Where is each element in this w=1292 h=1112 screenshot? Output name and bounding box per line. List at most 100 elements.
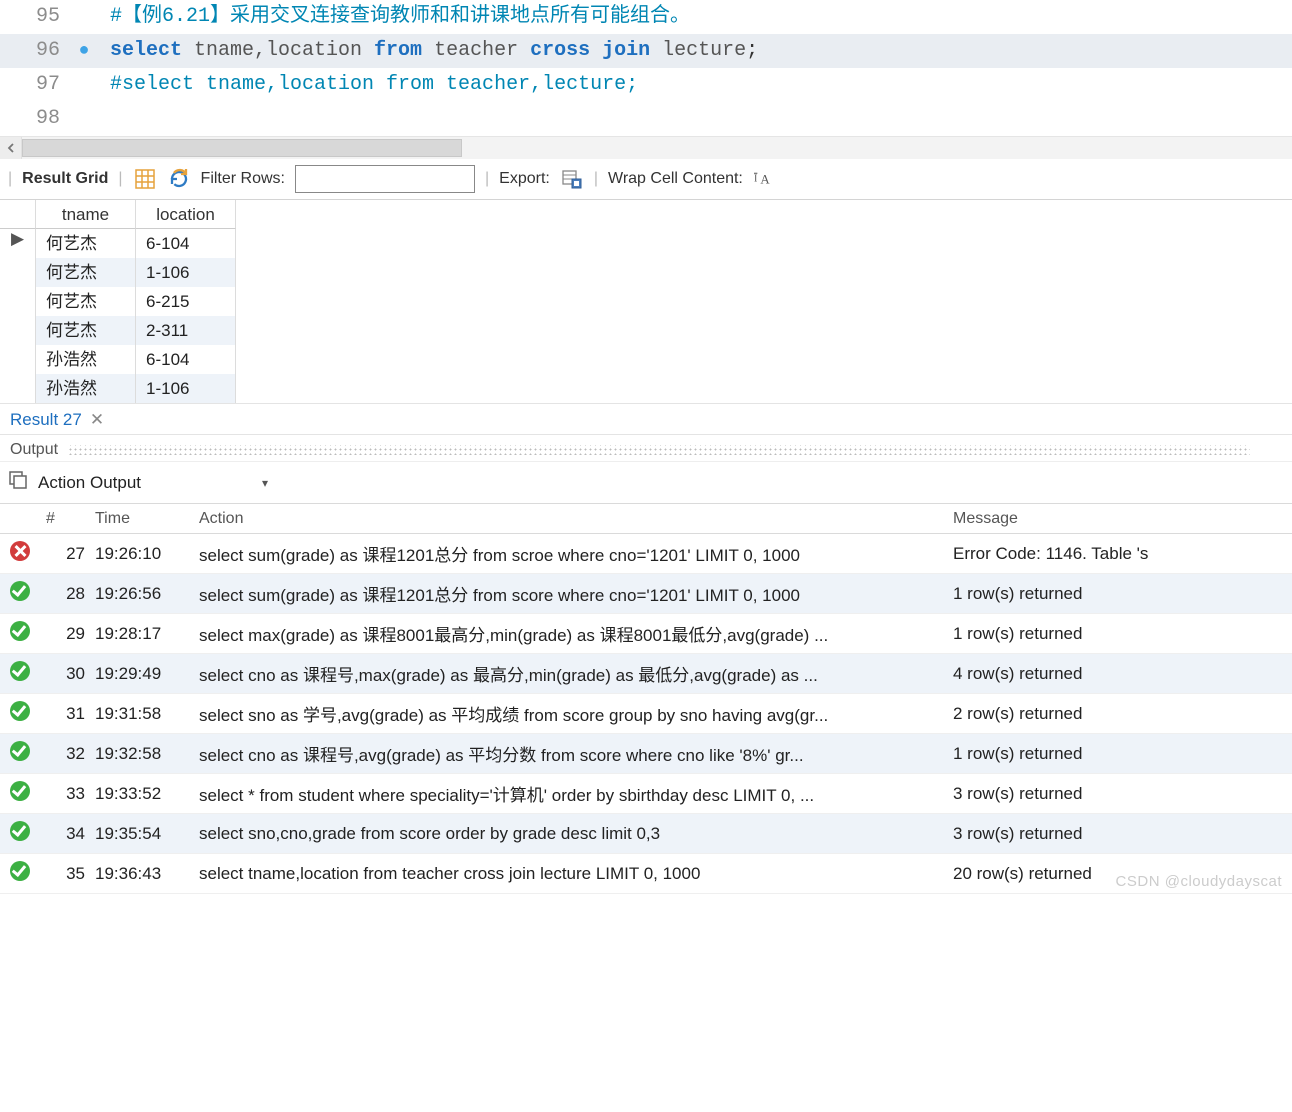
cell-tname[interactable]: 何艺杰 [36, 287, 136, 316]
row-selector-header [0, 200, 36, 229]
column-header-location[interactable]: location [136, 200, 236, 229]
result-data-grid[interactable]: tname location ▶ 何艺杰 6-104 何艺杰 1-106 何艺杰… [0, 199, 1292, 403]
grid-row[interactable]: 何艺杰 2-311 [0, 316, 1292, 345]
row-action: select cno as 课程号,avg(grade) as 平均分数 fro… [195, 741, 945, 766]
action-output-row[interactable]: 35 19:36:43 select tname,location from t… [0, 854, 1292, 894]
success-icon [10, 581, 30, 601]
action-output-row[interactable]: 28 19:26:56 select sum(grade) as 课程1201总… [0, 574, 1292, 614]
code-line[interactable]: #【例6.21】采用交叉连接查询教师和和讲课地点所有可能组合。 [98, 0, 1292, 34]
action-output-row[interactable]: 29 19:28:17 select max(grade) as 课程8001最… [0, 614, 1292, 654]
row-message: 3 row(s) returned [945, 824, 1292, 844]
row-time: 19:33:52 [95, 784, 195, 804]
col-time[interactable]: Time [95, 510, 195, 528]
comment-text: #【例6.21】采用交叉连接查询教师和和讲课地点所有可能组合。 [110, 5, 690, 28]
kw-cross: cross [530, 39, 590, 62]
action-output-row[interactable]: 34 19:35:54 select sno,cno,grade from sc… [0, 814, 1292, 854]
row-number: 34 [40, 824, 95, 844]
action-output-row[interactable]: 30 19:29:49 select cno as 课程号,max(grade)… [0, 654, 1292, 694]
row-message: 1 row(s) returned [945, 624, 1292, 644]
line-number: 95 [0, 0, 70, 34]
output-type-dropdown[interactable]: Action Output ▾ [38, 473, 268, 493]
cell-tname[interactable]: 何艺杰 [36, 229, 136, 258]
row-number: 32 [40, 744, 95, 764]
col-message[interactable]: Message [945, 510, 1292, 528]
cell-location[interactable]: 6-104 [136, 345, 236, 374]
row-number: 33 [40, 784, 95, 804]
grid-row[interactable]: 孙浩然 1-106 [0, 374, 1292, 403]
col-action[interactable]: Action [195, 510, 945, 528]
wrap-cell-icon[interactable]: IA [753, 168, 777, 190]
action-output-row[interactable]: 33 19:33:52 select * from student where … [0, 774, 1292, 814]
scroll-thumb[interactable] [22, 139, 462, 157]
row-time: 19:26:10 [95, 544, 195, 564]
output-title: Output [10, 441, 58, 458]
scroll-track[interactable] [22, 137, 1292, 159]
row-message: 20 row(s) returned [945, 864, 1292, 884]
action-output-row[interactable]: 31 19:31:58 select sno as 学号,avg(grade) … [0, 694, 1292, 734]
filter-rows-input[interactable] [295, 165, 475, 193]
row-selector[interactable] [0, 316, 36, 345]
result-tab-label: Result 27 [10, 410, 82, 430]
row-selector[interactable] [0, 287, 36, 316]
row-selector[interactable] [0, 374, 36, 403]
svg-text:I: I [754, 174, 757, 185]
result-tab[interactable]: Result 27 ✕ [10, 410, 104, 430]
status-icon [0, 821, 40, 846]
row-action: select cno as 课程号,max(grade) as 最高分,min(… [195, 661, 945, 686]
col-number[interactable]: # [40, 510, 95, 528]
grid-row[interactable]: 何艺杰 6-215 [0, 287, 1292, 316]
cell-tname[interactable]: 孙浩然 [36, 374, 136, 403]
cell-location[interactable]: 6-215 [136, 287, 236, 316]
breakpoint-marker[interactable] [70, 0, 98, 34]
separator: | [8, 170, 12, 188]
cell-tname[interactable]: 何艺杰 [36, 316, 136, 345]
success-icon [10, 661, 30, 681]
code-line[interactable]: select tname,location from teacher cross… [98, 34, 1292, 68]
column-header-tname[interactable]: tname [36, 200, 136, 229]
svg-text:A: A [760, 173, 770, 187]
row-time: 19:35:54 [95, 824, 195, 844]
breakpoint-marker[interactable] [70, 102, 98, 136]
success-icon [10, 621, 30, 641]
semicolon: ; [746, 39, 758, 62]
row-selector[interactable]: ▶ [0, 229, 36, 258]
row-action: select sum(grade) as 课程1201总分 from score… [195, 581, 945, 606]
cell-tname[interactable]: 何艺杰 [36, 258, 136, 287]
row-number: 30 [40, 664, 95, 684]
cell-location[interactable]: 6-104 [136, 229, 236, 258]
close-icon[interactable]: ✕ [90, 410, 104, 430]
code-line[interactable] [98, 102, 1292, 136]
editor-horizontal-scrollbar[interactable] [0, 136, 1292, 158]
cell-location[interactable]: 1-106 [136, 374, 236, 403]
breakpoint-marker[interactable] [70, 68, 98, 102]
code-line[interactable]: #select tname,location from teacher,lect… [98, 68, 1292, 102]
scroll-left-button[interactable] [0, 137, 22, 159]
grid-row[interactable]: 孙浩然 6-104 [0, 345, 1292, 374]
refresh-icon[interactable] [167, 168, 191, 190]
row-selector[interactable] [0, 345, 36, 374]
row-time: 19:26:56 [95, 584, 195, 604]
success-icon [10, 861, 30, 881]
row-time: 19:28:17 [95, 624, 195, 644]
status-icon [0, 781, 40, 806]
row-action: select tname,location from teacher cross… [195, 864, 945, 884]
grid-row[interactable]: ▶ 何艺杰 6-104 [0, 229, 1292, 258]
sql-editor[interactable]: 95 #【例6.21】采用交叉连接查询教师和和讲课地点所有可能组合。 96 ● … [0, 0, 1292, 136]
row-message: 4 row(s) returned [945, 664, 1292, 684]
cell-location[interactable]: 2-311 [136, 316, 236, 345]
action-output-row[interactable]: 32 19:32:58 select cno as 课程号,avg(grade)… [0, 734, 1292, 774]
breakpoint-marker[interactable]: ● [70, 34, 98, 68]
comment-text: #select tname,location from teacher,lect… [110, 73, 638, 96]
cell-location[interactable]: 1-106 [136, 258, 236, 287]
grid-row[interactable]: 何艺杰 1-106 [0, 258, 1292, 287]
export-icon[interactable] [560, 168, 584, 190]
status-icon [0, 861, 40, 886]
kw-join: join [602, 39, 650, 62]
row-message: 2 row(s) returned [945, 704, 1292, 724]
action-output-table[interactable]: # Time Action Message 27 19:26:10 select… [0, 503, 1292, 894]
row-selector[interactable] [0, 258, 36, 287]
grid-view-icon[interactable] [133, 168, 157, 190]
action-output-row[interactable]: 27 19:26:10 select sum(grade) as 课程1201总… [0, 534, 1292, 574]
output-panel-icon[interactable] [8, 470, 28, 495]
cell-tname[interactable]: 孙浩然 [36, 345, 136, 374]
